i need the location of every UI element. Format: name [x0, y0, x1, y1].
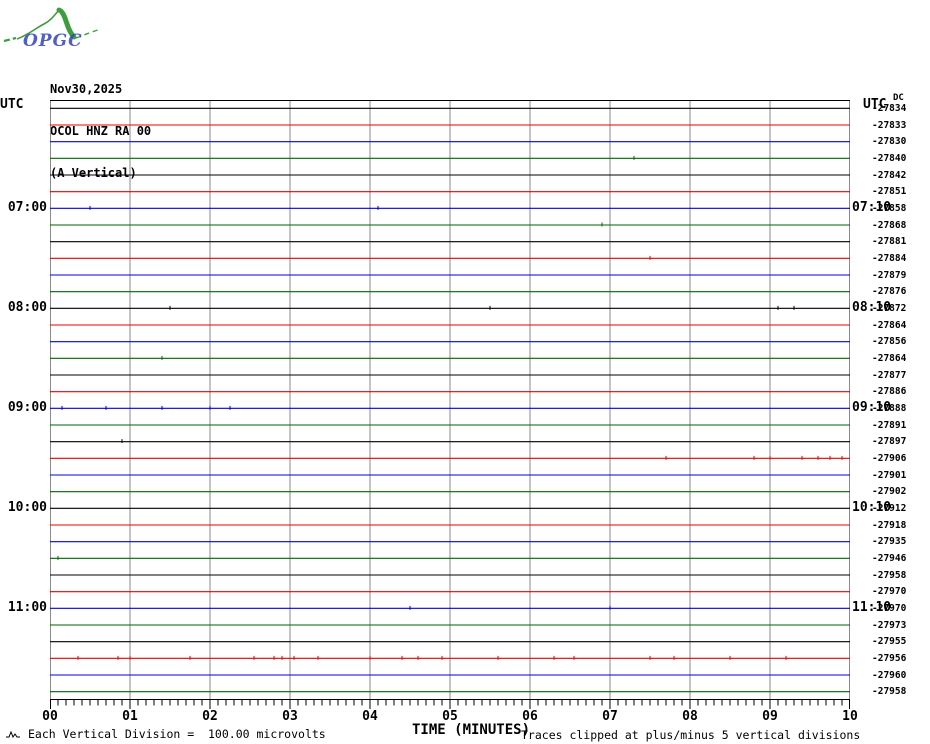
dc-value: -27830 [872, 136, 907, 148]
trace-canvas [50, 100, 850, 700]
logo-text: OPGC [23, 31, 83, 50]
x-tick-label: 04 [362, 709, 378, 724]
header-date: Nov30,2025 [50, 82, 123, 96]
vertical-division-note: Each Vertical Division = 100.00 microvol… [28, 727, 326, 741]
dc-value: -27973 [872, 619, 907, 631]
x-tick-label: 01 [122, 709, 138, 724]
dc-value: -27955 [872, 636, 907, 648]
dc-value: -27864 [872, 352, 907, 364]
dc-value: -27970 [872, 586, 907, 598]
waveform-glyph [6, 731, 20, 739]
hour-label-left: 09:00 [7, 400, 47, 416]
dc-value: -27886 [872, 386, 907, 398]
hour-label-right: 11:10 [852, 600, 892, 616]
helicorder-plot [50, 100, 850, 700]
dc-value: -27876 [872, 286, 907, 298]
x-tick-label: 00 [42, 709, 58, 724]
dc-value: -27902 [872, 486, 907, 498]
dc-value: -27879 [872, 269, 907, 281]
dc-value: -27918 [872, 519, 907, 531]
dc-value: -27946 [872, 552, 907, 564]
dc-value: -27833 [872, 119, 907, 131]
helicorder-page: OPGC Nov30,2025 OCOL HNZ RA 00 (A Vertic… [0, 0, 930, 744]
dc-value: -27851 [872, 186, 907, 198]
dc-value: -27956 [872, 652, 907, 664]
x-tick-label: 08 [682, 709, 698, 724]
dc-value: -27868 [872, 219, 907, 231]
dc-value: -27842 [872, 169, 907, 181]
utc-label-left: UTC [0, 97, 24, 112]
dc-value: -27958 [872, 569, 907, 581]
x-tick-label: 09 [762, 709, 778, 724]
hour-label-left: 10:00 [7, 500, 47, 516]
dc-value: -27877 [872, 369, 907, 381]
x-tick-label: 03 [282, 709, 298, 724]
dc-value: -27958 [872, 686, 907, 698]
dc-value: -27840 [872, 152, 907, 164]
x-axis-title: TIME (MINUTES) [412, 722, 531, 738]
dc-value: -27864 [872, 319, 907, 331]
dc-value: -27906 [872, 452, 907, 464]
hour-label-left: 08:00 [7, 300, 47, 316]
clipping-note: Traces clipped at plus/minus 5 vertical … [521, 728, 861, 742]
opgc-logo: OPGC [3, 7, 99, 50]
dc-column-header: DC [893, 93, 904, 103]
x-tick-label: 07 [602, 709, 618, 724]
dc-value: -27891 [872, 419, 907, 431]
dc-value: -27856 [872, 336, 907, 348]
hour-label-right: 10:10 [852, 500, 892, 516]
hour-label-left: 07:00 [7, 200, 47, 216]
dc-value: -27881 [872, 236, 907, 248]
dc-value: -27834 [872, 102, 907, 114]
hour-label-right: 09:10 [852, 400, 892, 416]
dc-value: -27884 [872, 252, 907, 264]
x-tick-label: 05 [442, 709, 458, 724]
dc-value: -27960 [872, 669, 907, 681]
dc-value: -27935 [872, 536, 907, 548]
logo-dash-left [3, 36, 17, 43]
dc-value: -27901 [872, 469, 907, 481]
hour-label-right: 07:10 [852, 200, 892, 216]
x-tick-label: 06 [522, 709, 538, 724]
hour-label-left: 11:00 [7, 600, 47, 616]
x-tick-label: 02 [202, 709, 218, 724]
x-tick-label: 10 [842, 709, 858, 724]
dc-value: -27897 [872, 436, 907, 448]
hour-label-right: 08:10 [852, 300, 892, 316]
